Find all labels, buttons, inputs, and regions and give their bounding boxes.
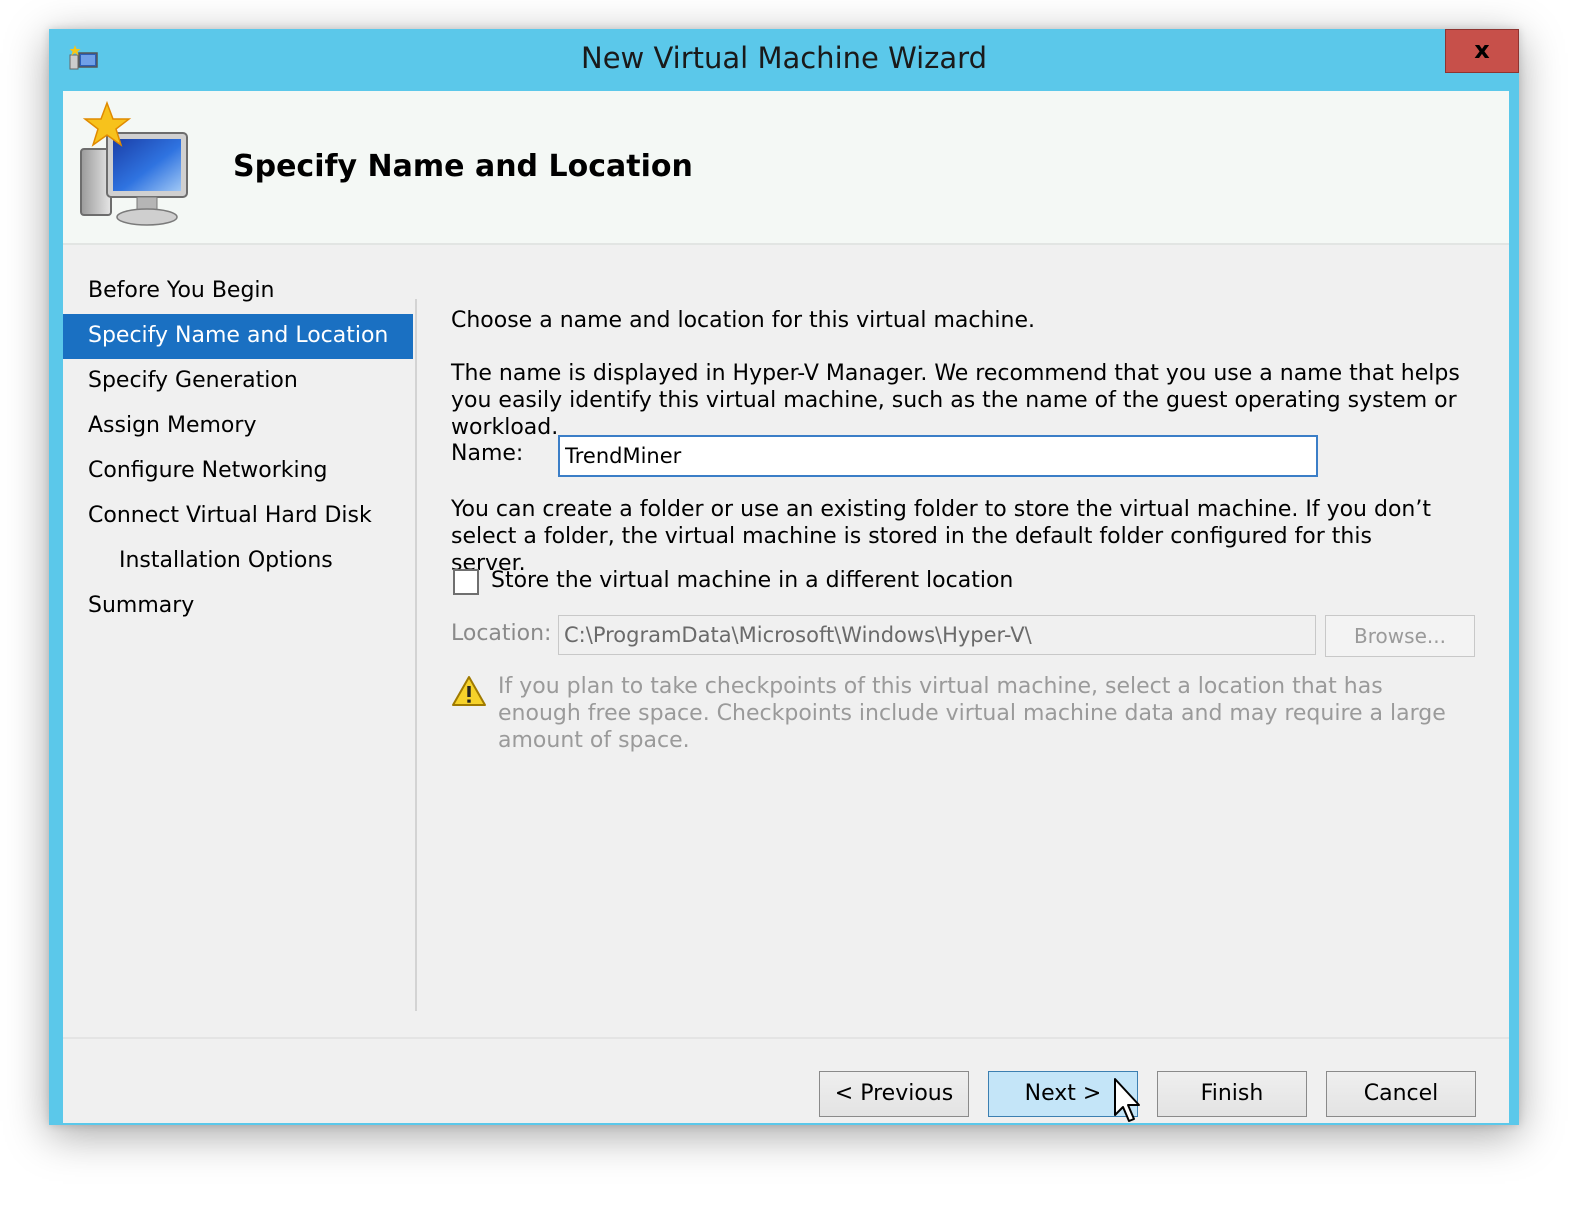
name-label: Name:	[451, 441, 524, 466]
nav-item-specify-generation[interactable]: Specify Generation	[63, 359, 413, 404]
finish-button[interactable]: Finish	[1157, 1071, 1307, 1117]
store-different-location-checkbox[interactable]	[453, 569, 479, 595]
nav-item-specify-name-and-location[interactable]: Specify Name and Location	[63, 314, 413, 359]
name-input[interactable]	[558, 435, 1318, 477]
nav-divider	[415, 299, 417, 1011]
wizard-window: New Virtual Machine Wizard x Specify Nam…	[49, 29, 1519, 1125]
previous-button[interactable]: < Previous	[819, 1071, 969, 1117]
wizard-steps-nav: Before You Begin Specify Name and Locati…	[63, 269, 413, 629]
wizard-header: Specify Name and Location	[63, 91, 1509, 245]
close-button[interactable]: x	[1445, 29, 1519, 73]
location-input	[558, 615, 1316, 655]
nav-item-assign-memory[interactable]: Assign Memory	[63, 404, 413, 449]
location-label: Location:	[451, 621, 552, 646]
title-bar[interactable]: New Virtual Machine Wizard x	[49, 29, 1519, 91]
nav-item-configure-networking[interactable]: Configure Networking	[63, 449, 413, 494]
window-title: New Virtual Machine Wizard	[581, 41, 987, 75]
cancel-button[interactable]: Cancel	[1326, 1071, 1476, 1117]
footer-divider	[63, 1037, 1509, 1039]
warning-icon	[452, 676, 486, 706]
intro-text: Choose a name and location for this virt…	[451, 308, 1035, 333]
store-different-location-label[interactable]: Store the virtual machine in a different…	[491, 568, 1013, 593]
nav-item-before-you-begin[interactable]: Before You Begin	[63, 269, 413, 314]
nav-item-summary[interactable]: Summary	[63, 584, 413, 629]
page-title: Specify Name and Location	[233, 149, 693, 184]
wizard-client-area: Specify Name and Location Before You Beg…	[63, 91, 1509, 1123]
new-virtual-machine-icon	[80, 101, 188, 226]
nav-item-connect-virtual-hard-disk[interactable]: Connect Virtual Hard Disk	[63, 494, 413, 539]
nav-item-installation-options[interactable]: Installation Options	[63, 539, 413, 584]
folder-help-text: You can create a folder or use an existi…	[451, 497, 1431, 576]
browse-button: Browse...	[1325, 615, 1475, 657]
mouse-cursor-icon	[1114, 1078, 1140, 1122]
checkpoint-warning-text: If you plan to take checkpoints of this …	[498, 674, 1446, 753]
name-help-text: The name is displayed in Hyper-V Manager…	[451, 361, 1460, 440]
